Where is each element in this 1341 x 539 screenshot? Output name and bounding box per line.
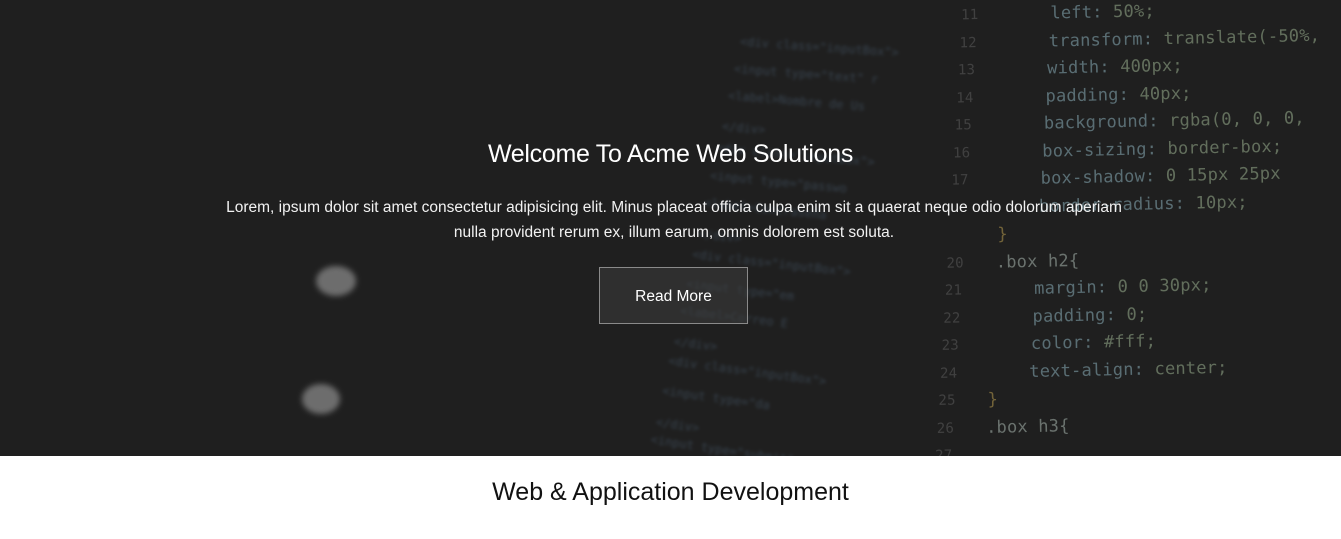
- hero-content: Welcome To Acme Web Solutions Lorem, ips…: [0, 0, 1341, 456]
- read-more-button[interactable]: Read More: [599, 267, 748, 324]
- services-section: Web & Application Development: [0, 456, 1341, 539]
- hero-description: Lorem, ipsum dolor sit amet consectetur …: [226, 199, 1122, 241]
- hero-title: Welcome To Acme Web Solutions: [487, 140, 854, 168]
- section-title: Web & Application Development: [492, 478, 849, 506]
- hero-banner: <div class="inputBox"> <input type="text"…: [0, 0, 1341, 456]
